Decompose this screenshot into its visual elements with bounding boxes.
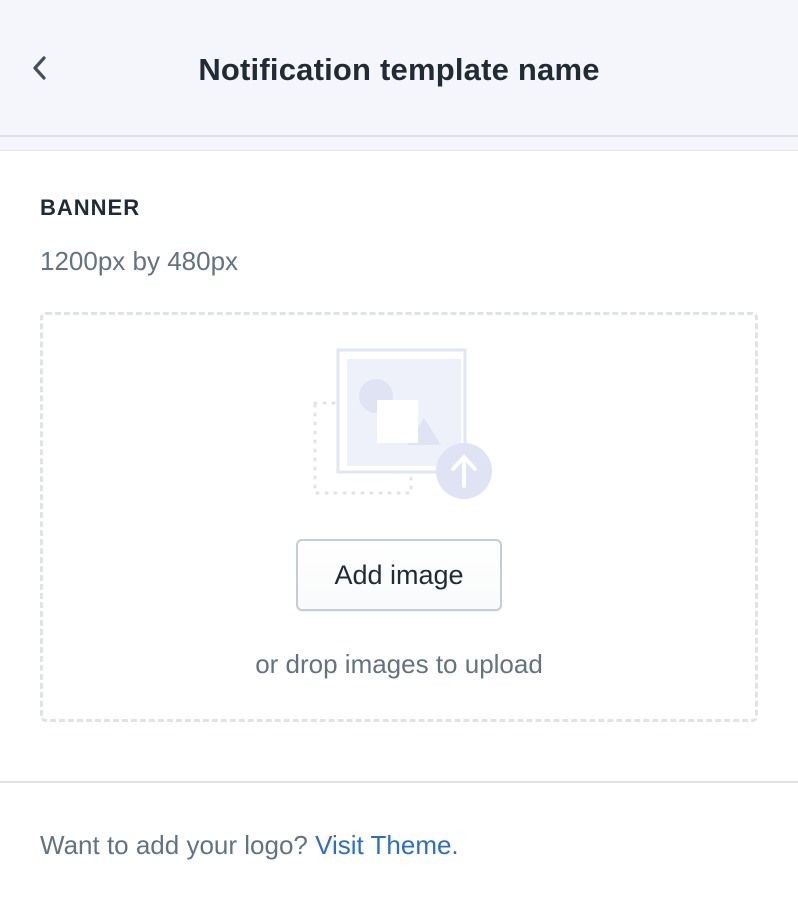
image-dropzone[interactable]: Add image or drop images to upload	[40, 312, 758, 722]
logo-prompt: Want to add your logo? Visit Theme.	[40, 828, 459, 862]
header-divider	[0, 137, 798, 151]
image-upload-icon	[311, 345, 497, 501]
visit-theme-link[interactable]: Visit Theme.	[315, 830, 459, 860]
drop-hint-text: or drop images to upload	[255, 649, 543, 679]
section-divider	[0, 781, 798, 783]
logo-prompt-text: Want to add your logo?	[40, 830, 308, 860]
page-header: Notification template name	[0, 0, 798, 137]
page-title: Notification template name	[198, 52, 600, 87]
banner-size-hint: 1200px by 480px	[40, 246, 239, 276]
banner-section-label: BANNER	[40, 195, 141, 220]
add-image-button[interactable]: Add image	[296, 539, 502, 611]
